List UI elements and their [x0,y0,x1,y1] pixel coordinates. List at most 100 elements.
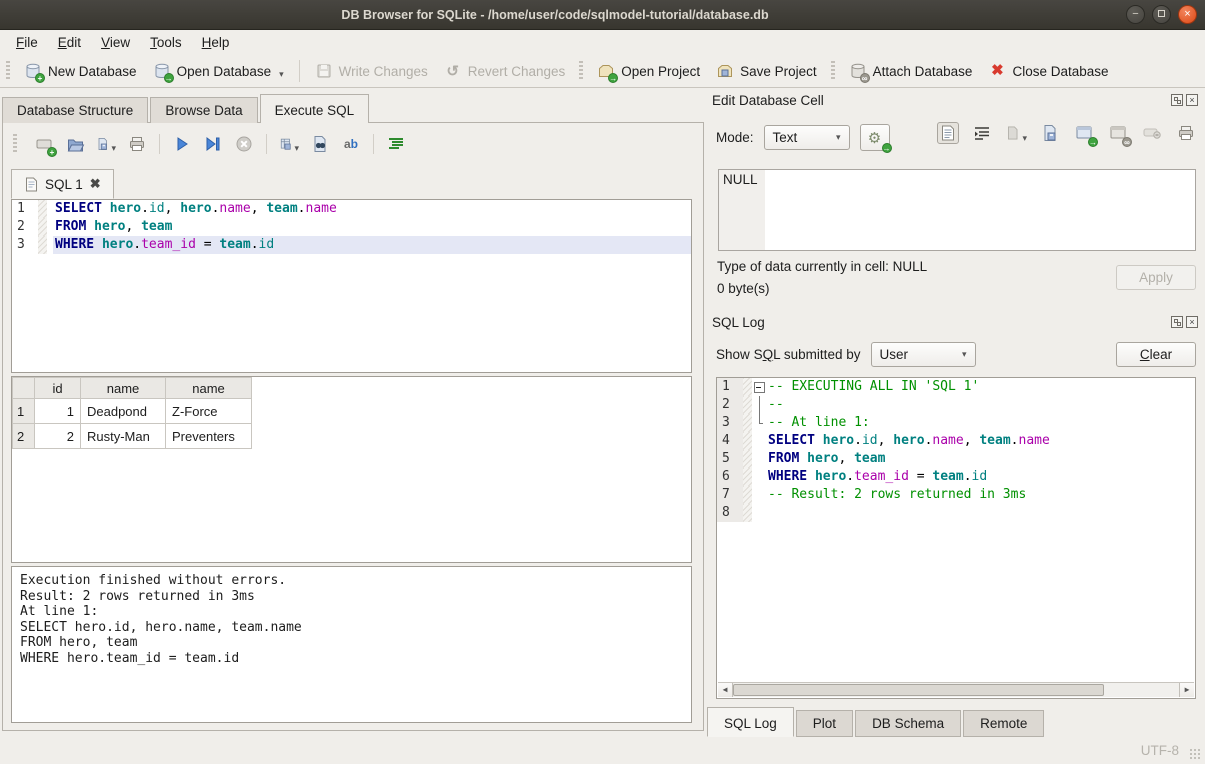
column-header[interactable]: id [35,378,81,399]
close-sql-tab-icon[interactable]: ✖ [90,176,101,192]
close-panel-icon[interactable]: × [1186,316,1198,328]
resize-grip[interactable] [1189,748,1201,760]
column-header[interactable]: name [166,378,252,399]
copy-url-icon[interactable]: ∞ [1107,122,1129,144]
grid-corner[interactable] [13,378,35,399]
open-in-external-icon[interactable]: → [1073,122,1095,144]
print-sql-button[interactable] [127,134,147,154]
execute-current-line-button[interactable] [203,134,223,154]
column-header[interactable]: name [81,378,166,399]
main-toolbar: + New Database → Open Database ▾ Write C… [0,55,1205,88]
float-panel-icon[interactable] [1171,316,1183,328]
open-database-dropdown-icon[interactable]: ▾ [279,69,284,80]
table-cell[interactable]: Preventers [166,424,252,449]
write-changes-button[interactable]: Write Changes [307,58,436,84]
execute-sql-button[interactable] [172,134,192,154]
table-cell[interactable]: 1 [35,399,81,424]
table-cell[interactable]: Z-Force [166,399,252,424]
scroll-left-icon[interactable]: ◀ [718,683,733,697]
code-line: 3-- At line 1: [717,414,1195,432]
open-sql-tab-button[interactable]: + [34,134,54,154]
execution-message-box[interactable]: Execution finished without errors.Result… [11,566,692,723]
new-database-button[interactable]: + New Database [16,58,145,84]
close-button[interactable]: × [1178,5,1197,24]
toolbar-grip[interactable] [6,61,10,81]
table-cell[interactable]: Rusty-Man [81,424,166,449]
toolbar-separator [373,134,374,154]
close-database-button[interactable]: ✖ Close Database [980,58,1116,84]
tab-browse-data[interactable]: Browse Data [150,97,257,123]
save-sql-dropdown-icon[interactable]: ▾ [111,143,116,154]
cell-value-editor[interactable]: NULL [718,169,1196,251]
line-number: 8 [717,504,743,522]
gear-arrow-badge: → [882,143,892,153]
menu-view[interactable]: View [91,32,140,53]
toolbar-grip[interactable] [831,61,835,81]
log-line: At line 1: [20,604,683,620]
row-header[interactable]: 2 [13,424,35,449]
save-project-button[interactable]: Save Project [708,58,825,84]
save-results-button[interactable]: ▾ [279,134,299,154]
line-number: 5 [717,450,743,468]
save-results-dropdown-icon[interactable]: ▾ [294,143,299,154]
tab-database-structure[interactable]: Database Structure [2,97,148,123]
tab-db-schema[interactable]: DB Schema [855,710,961,737]
open-project-button[interactable]: → Open Project [589,58,708,84]
toolbar-grip[interactable] [579,61,583,81]
minimize-button[interactable]: − [1126,5,1145,24]
save-sql-file-button[interactable]: ▾ [96,134,116,154]
sql-document-tab[interactable]: SQL 1 ✖ [11,169,114,199]
tab-plot[interactable]: Plot [796,710,853,737]
tab-sql-log[interactable]: SQL Log [707,707,794,737]
app-window: DB Browser for SQLite - /home/user/code/… [0,0,1205,764]
print-cell-icon[interactable] [1175,122,1197,144]
fold-margin [743,450,752,468]
toolbar-grip[interactable] [13,134,17,154]
sql-log-box[interactable]: 1-- EXECUTING ALL IN 'SQL 1'2--3-- At li… [716,377,1196,699]
auto-switch-mode-button[interactable]: ⚙ → [860,124,890,151]
mode-select[interactable]: Text ▾ [764,125,850,150]
stop-execution-button[interactable] [234,134,254,154]
fold-marker[interactable] [752,378,766,396]
scrollbar-thumb[interactable] [733,684,1104,696]
menu-help[interactable]: Help [192,32,240,53]
export-cell-data-icon[interactable] [1039,122,1061,144]
close-panel-icon[interactable]: × [1186,94,1198,106]
format-sql-button[interactable] [386,134,406,154]
open-sql-file-button[interactable] [65,134,85,154]
menu-tools[interactable]: Tools [140,32,192,53]
text-mode-icon[interactable] [937,122,959,144]
table-cell[interactable]: Deadpond [81,399,166,424]
word-wrap-icon[interactable] [971,122,993,144]
apply-button[interactable]: Apply [1116,265,1196,290]
menu-edit[interactable]: Edit [48,32,91,53]
line-number: 4 [717,432,743,450]
set-null-icon[interactable] [1141,122,1163,144]
revert-changes-button[interactable]: ↺ Revert Changes [436,58,574,84]
horizontal-scrollbar[interactable]: ◀ ▶ [718,682,1194,697]
find-in-sql-button[interactable] [310,134,330,154]
clear-log-button[interactable]: Clear [1116,342,1196,367]
cell-edit-area[interactable] [765,170,1195,250]
table-cell[interactable]: 2 [35,424,81,449]
fold-marker [752,396,766,414]
sql-editor[interactable]: 1SELECT hero.id, hero.name, team.name2FR… [11,199,692,373]
tab-execute-sql[interactable]: Execute SQL [260,94,370,123]
open-database-button[interactable]: → Open Database ▾ [145,58,292,84]
float-panel-icon[interactable] [1171,94,1183,106]
row-header[interactable]: 1 [13,399,35,424]
scroll-right-icon[interactable]: ▶ [1179,683,1194,697]
sql-tab-bar: SQL 1 ✖ [11,169,114,199]
fold-margin [38,236,47,254]
menu-file[interactable]: File [6,32,48,53]
maximize-button[interactable] [1152,5,1171,24]
toolbar-separator [159,134,160,154]
tab-remote[interactable]: Remote [963,710,1044,737]
title-bar[interactable]: DB Browser for SQLite - /home/user/code/… [0,0,1205,30]
status-bar: UTF-8 [0,734,1205,764]
import-cell-data-icon[interactable]: ▾ [1005,122,1027,144]
autocomplete-button[interactable]: ab [341,134,361,154]
submitted-by-select[interactable]: User ▾ [871,342,976,367]
encoding-label[interactable]: UTF-8 [1141,743,1179,758]
attach-database-button[interactable]: ∞ Attach Database [841,58,981,84]
